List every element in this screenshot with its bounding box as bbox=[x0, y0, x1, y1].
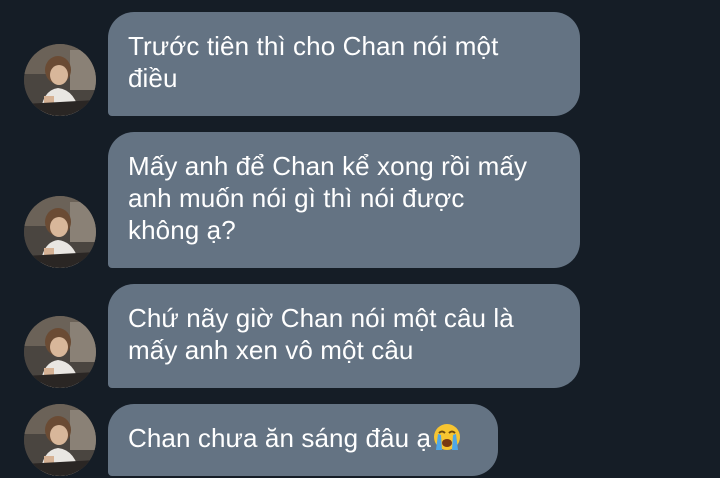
avatar-photo-icon bbox=[24, 196, 96, 268]
avatar[interactable] bbox=[24, 404, 96, 476]
avatar[interactable] bbox=[24, 44, 96, 116]
message-bubble[interactable]: Trước tiên thì cho Chan nói một điều bbox=[108, 12, 580, 116]
avatar-photo-icon bbox=[24, 44, 96, 116]
avatar[interactable] bbox=[24, 316, 96, 388]
loudly-crying-face-icon bbox=[432, 422, 462, 459]
avatar-photo-icon bbox=[24, 316, 96, 388]
chat-thread: Trước tiên thì cho Chan nói một điều Mấy… bbox=[0, 0, 720, 478]
avatar-photo-icon bbox=[24, 404, 96, 476]
message-bubble[interactable]: Chứ nãy giờ Chan nói một câu là mấy anh … bbox=[108, 284, 580, 388]
message-bubble[interactable]: Chan chưa ăn sáng đâu ạ bbox=[108, 404, 498, 476]
message-text: Chan chưa ăn sáng đâu ạ bbox=[128, 423, 432, 453]
avatar[interactable] bbox=[24, 196, 96, 268]
message-bubble[interactable]: Mấy anh để Chan kể xong rồi mấy anh muốn… bbox=[108, 132, 580, 268]
